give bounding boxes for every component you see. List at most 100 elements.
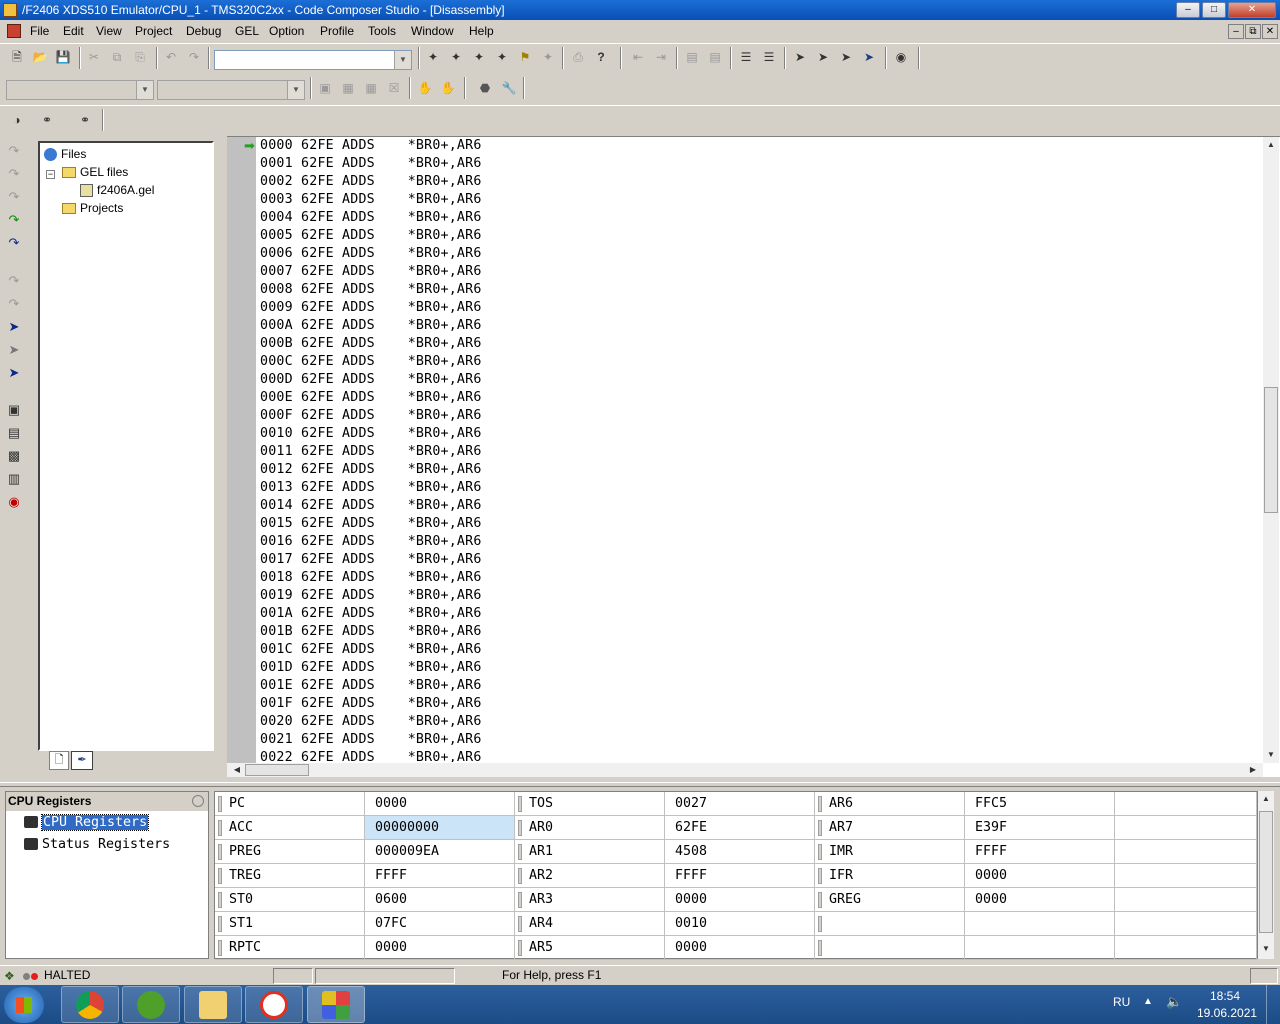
disassembly-line[interactable]: 001A 62FE ADDS *BR0+,AR6 bbox=[260, 606, 482, 621]
run-icon[interactable]: ➤ bbox=[5, 318, 23, 336]
scroll-down-arrow-icon[interactable]: ▼ bbox=[1258, 941, 1274, 957]
disassembly-line[interactable]: 0000 62FE ADDS *BR0+,AR6 bbox=[260, 138, 482, 153]
maximize-button[interactable]: □ bbox=[1202, 2, 1226, 18]
disassembly-line[interactable]: 0010 62FE ADDS *BR0+,AR6 bbox=[260, 426, 482, 441]
register-value[interactable]: FFC5 bbox=[965, 792, 1115, 816]
scroll-right-arrow-icon[interactable]: ▶ bbox=[1245, 762, 1261, 778]
disassembly-line[interactable]: 001D 62FE ADDS *BR0+,AR6 bbox=[260, 660, 482, 675]
document-icon[interactable] bbox=[7, 24, 21, 38]
scroll-down-arrow-icon[interactable]: ▼ bbox=[1263, 747, 1279, 763]
register-value[interactable]: 0000 bbox=[965, 888, 1115, 912]
app-icon[interactable] bbox=[3, 3, 17, 17]
register-value[interactable]: 0000 bbox=[665, 888, 815, 912]
close-button[interactable]: ✕ bbox=[1228, 2, 1276, 18]
show-desktop-button[interactable] bbox=[1266, 985, 1280, 1024]
collapse-toggle[interactable]: − bbox=[46, 170, 55, 179]
step-out-icon[interactable]: ↷ bbox=[5, 188, 23, 206]
build-icon[interactable]: ◉ bbox=[892, 48, 910, 66]
disassembly-line[interactable]: 001F 62FE ADDS *BR0+,AR6 bbox=[260, 696, 482, 711]
taskbar-explorer[interactable] bbox=[184, 986, 242, 1023]
register-value[interactable] bbox=[965, 936, 1115, 960]
animate-run-icon[interactable]: ➤ bbox=[5, 364, 23, 382]
animate-icon[interactable]: ✋ bbox=[439, 79, 457, 97]
register-value[interactable]: 0010 bbox=[665, 912, 815, 936]
disassembly-line[interactable]: 0021 62FE ADDS *BR0+,AR6 bbox=[260, 732, 482, 747]
register-value[interactable]: FFFF bbox=[365, 864, 515, 888]
chevron-down-icon[interactable]: ▼ bbox=[287, 81, 304, 99]
disassembly-line[interactable]: 000F 62FE ADDS *BR0+,AR6 bbox=[260, 408, 482, 423]
disassembly-line[interactable]: 0001 62FE ADDS *BR0+,AR6 bbox=[260, 156, 482, 171]
disassembly-line[interactable]: 000B 62FE ADDS *BR0+,AR6 bbox=[260, 336, 482, 351]
menu-option[interactable]: Option bbox=[269, 24, 304, 38]
remove-breakpoints-icon[interactable]: ▤ bbox=[706, 48, 724, 66]
taskbar-chrome[interactable] bbox=[61, 986, 119, 1023]
tree-gel-files[interactable]: GEL files bbox=[62, 165, 128, 179]
wrench-icon[interactable]: 🔧 bbox=[500, 79, 518, 97]
menu-edit[interactable]: Edit bbox=[63, 24, 84, 38]
bookmark-icon[interactable]: ⚑ bbox=[516, 48, 534, 66]
disassembly-window-icon[interactable]: ▩ bbox=[5, 447, 23, 465]
register-value[interactable]: 0027 bbox=[665, 792, 815, 816]
rebuild-all-icon[interactable]: ▦ bbox=[362, 79, 380, 97]
disassembly-line[interactable]: 0014 62FE ADDS *BR0+,AR6 bbox=[260, 498, 482, 513]
disassembly-line[interactable]: 0008 62FE ADDS *BR0+,AR6 bbox=[260, 282, 482, 297]
register-value[interactable]: 62FE bbox=[665, 816, 815, 840]
splitter[interactable] bbox=[0, 782, 1280, 787]
scroll-up-arrow-icon[interactable]: ▲ bbox=[1263, 137, 1279, 153]
profile-point-icon[interactable]: ➤ bbox=[791, 48, 809, 66]
remove-profile-icon[interactable]: ➤ bbox=[814, 48, 832, 66]
disassembly-line[interactable]: 0022 62FE ADDS *BR0+,AR6 bbox=[260, 750, 482, 762]
menu-file[interactable]: File bbox=[30, 24, 49, 38]
hscroll-thumb[interactable] bbox=[245, 764, 309, 776]
register-value[interactable]: 0000 bbox=[965, 864, 1115, 888]
indent-icon[interactable]: ⇥ bbox=[652, 48, 670, 66]
register-value[interactable]: 000009EA bbox=[365, 840, 515, 864]
bookmarks-tab[interactable]: ✒ bbox=[71, 751, 93, 770]
outdent-icon[interactable]: ⇤ bbox=[629, 48, 647, 66]
memory-window-icon[interactable]: ▤ bbox=[5, 424, 23, 442]
disassembly-line[interactable]: 0003 62FE ADDS *BR0+,AR6 bbox=[260, 192, 482, 207]
bookmark-next-icon[interactable]: ✦ bbox=[539, 48, 557, 66]
disassembly-line[interactable]: 000A 62FE ADDS *BR0+,AR6 bbox=[260, 318, 482, 333]
disassembly-line[interactable]: 0018 62FE ADDS *BR0+,AR6 bbox=[260, 570, 482, 585]
mdi-close-button[interactable]: ✕ bbox=[1262, 24, 1278, 39]
paste-icon[interactable]: ⎘ bbox=[131, 48, 149, 66]
scroll-up-arrow-icon[interactable]: ▲ bbox=[1258, 791, 1274, 807]
project-combo[interactable]: ▼ bbox=[6, 80, 154, 100]
volume-icon[interactable]: 🔈 bbox=[1166, 994, 1182, 1010]
register-value[interactable]: 0000 bbox=[365, 792, 515, 816]
scroll-left-arrow-icon[interactable]: ◀ bbox=[229, 762, 245, 778]
menu-debug[interactable]: Debug bbox=[186, 24, 221, 38]
mdi-minimize-button[interactable]: – bbox=[1228, 24, 1244, 39]
menu-tools[interactable]: Tools bbox=[368, 24, 396, 38]
step-into-icon[interactable]: ↷ bbox=[5, 142, 23, 160]
menu-profile[interactable]: Profile bbox=[320, 24, 354, 38]
print-icon[interactable]: ⎙ bbox=[569, 48, 587, 66]
disassembly-line[interactable]: 000D 62FE ADDS *BR0+,AR6 bbox=[260, 372, 482, 387]
disassembly-line[interactable]: 0019 62FE ADDS *BR0+,AR6 bbox=[260, 588, 482, 603]
incremental-build-icon[interactable]: ▦ bbox=[339, 79, 357, 97]
call-stack-icon[interactable]: ▥ bbox=[5, 470, 23, 488]
record-icon[interactable]: ◉ bbox=[5, 493, 23, 511]
tree-files[interactable]: Files bbox=[44, 147, 86, 162]
taskbar-ccs[interactable] bbox=[307, 986, 365, 1023]
disassembly-line[interactable]: 001B 62FE ADDS *BR0+,AR6 bbox=[260, 624, 482, 639]
graph-icon[interactable]: ◑ bbox=[8, 111, 26, 129]
register-value[interactable] bbox=[965, 912, 1115, 936]
disassembly-line[interactable]: 0020 62FE ADDS *BR0+,AR6 bbox=[260, 714, 482, 729]
register-value[interactable]: 00000000 bbox=[365, 816, 515, 840]
find-next-icon[interactable]: ✦ bbox=[447, 48, 465, 66]
disassembly-line[interactable]: 0004 62FE ADDS *BR0+,AR6 bbox=[260, 210, 482, 225]
run-to-cursor-icon[interactable]: ↷ bbox=[5, 211, 23, 229]
config-combo[interactable]: ▼ bbox=[157, 80, 305, 100]
tree-cpu-registers[interactable]: CPU Registers bbox=[24, 814, 150, 831]
breakpoint-gutter[interactable] bbox=[227, 137, 256, 763]
stop-build-icon[interactable]: ☒ bbox=[385, 79, 403, 97]
register-value[interactable]: 0000 bbox=[665, 936, 815, 960]
taskbar-utorrent[interactable] bbox=[122, 986, 180, 1023]
search-combo[interactable]: ▼ bbox=[214, 50, 412, 70]
disassembly-line[interactable]: 0016 62FE ADDS *BR0+,AR6 bbox=[260, 534, 482, 549]
copy-icon[interactable]: ⧉ bbox=[108, 48, 126, 66]
menu-help[interactable]: Help bbox=[469, 24, 494, 38]
minimize-button[interactable]: – bbox=[1176, 2, 1200, 18]
